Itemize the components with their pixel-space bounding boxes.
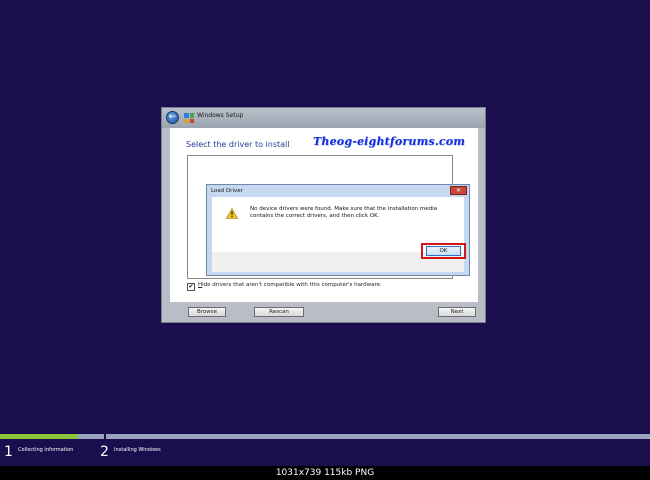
back-arrow-button[interactable]: ←	[166, 111, 179, 124]
setup-progress-bar	[0, 434, 650, 439]
image-caption: 1031x739 115kb PNG	[275, 468, 375, 478]
dialog-title: Load Driver	[211, 188, 243, 194]
step-2-label: Installing Windows	[114, 447, 161, 453]
watermark-text: Theog-eightforums.com	[313, 135, 466, 148]
page-heading: Select the driver to install	[186, 140, 290, 149]
close-icon[interactable]: ✕	[450, 186, 467, 195]
hide-incompatible-checkbox[interactable]: ✔	[187, 283, 195, 291]
warning-icon	[226, 208, 238, 219]
step-2-number: 2	[100, 444, 109, 460]
step-1-label: Collecting information	[18, 447, 74, 453]
windows-logo-icon	[184, 113, 194, 123]
progress-divider	[104, 434, 106, 439]
window-title: Windows Setup	[197, 112, 244, 119]
hide-incompatible-label: Hide drivers that aren't compatible with…	[198, 282, 382, 288]
load-driver-dialog: Load Driver ✕ No device drivers were fou…	[206, 184, 470, 276]
next-button[interactable]: Next	[438, 307, 476, 317]
progress-fill	[0, 434, 78, 439]
ok-button[interactable]: OK	[426, 246, 461, 256]
rescan-button[interactable]: Rescan	[254, 307, 304, 317]
image-caption-bar: 1031x739 115kb PNG	[0, 466, 650, 480]
dialog-message: No device drivers were found. Make sure …	[250, 206, 438, 219]
dialog-body: No device drivers were found. Make sure …	[212, 197, 464, 272]
title-bar: ← Windows Setup	[162, 108, 485, 128]
step-1-number: 1	[4, 444, 13, 460]
browse-button[interactable]: Browse	[188, 307, 226, 317]
